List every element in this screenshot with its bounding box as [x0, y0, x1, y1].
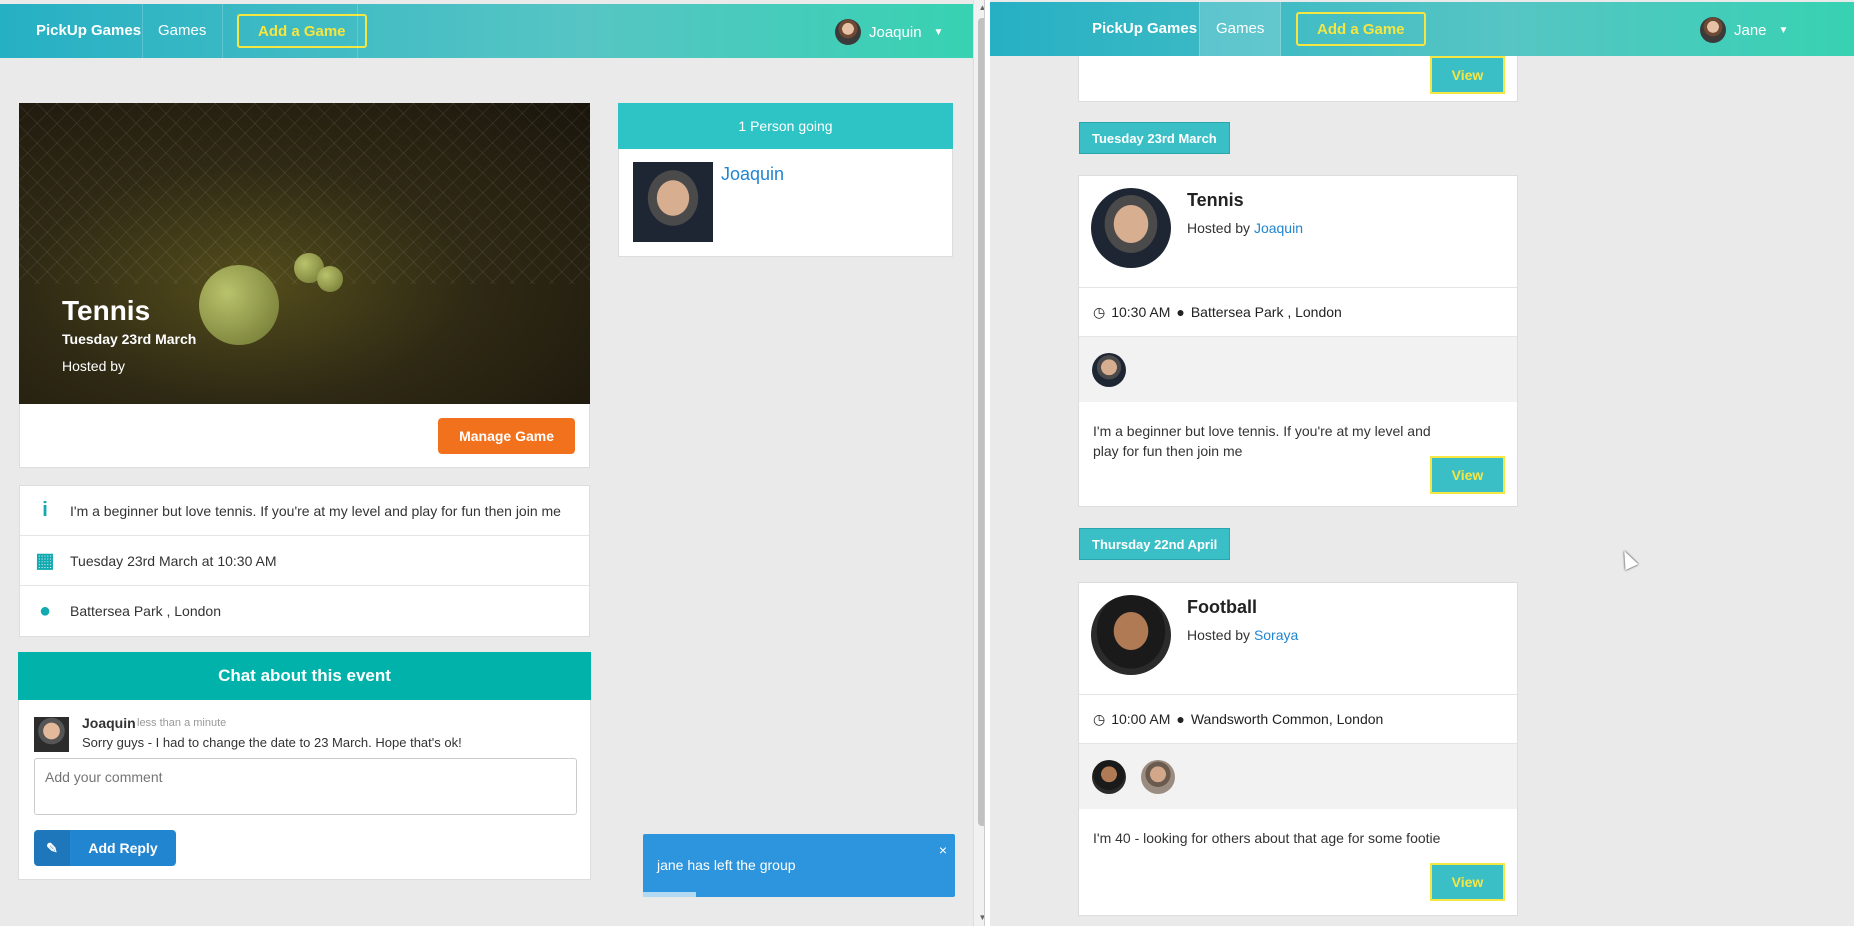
event-description-row: i I'm a beginner but love tennis. If you…	[20, 486, 589, 536]
tennis-ball-graphic	[317, 266, 343, 292]
manage-game-button[interactable]: Manage Game	[438, 418, 575, 454]
attendee-avatars	[1079, 336, 1517, 402]
attendee-photo[interactable]	[633, 162, 713, 242]
add-reply-button[interactable]: ✎ Add Reply	[34, 830, 176, 866]
tennis-ball-graphic	[199, 265, 279, 345]
close-icon[interactable]: ×	[939, 842, 947, 858]
brand-link[interactable]: PickUp Games	[18, 4, 159, 58]
event-datetime: Tuesday 23rd March at 10:30 AM	[70, 552, 277, 569]
event-venue-row: ● Battersea Park , London	[20, 586, 589, 636]
comment-input[interactable]	[34, 758, 577, 815]
event-venue: Battersea Park , London	[1190, 304, 1342, 320]
user-avatar	[1700, 17, 1726, 43]
chat-panel: Joaquin less than a minute Sorry guys - …	[18, 700, 591, 880]
event-title: Football	[1187, 597, 1257, 617]
map-pin-icon: ●	[1176, 711, 1185, 727]
brand-link[interactable]: PickUp Games	[1074, 2, 1215, 56]
map-pin-icon: ●	[1176, 304, 1185, 320]
event-card: Football Hosted by Soraya ◷ 10:00 AM ● W…	[1078, 582, 1518, 916]
info-icon: i	[42, 499, 48, 521]
event-actions: Manage Game	[19, 404, 590, 468]
event-hero-image: Tennis Tuesday 23rd March Hosted by	[19, 103, 590, 404]
attendee-avatars	[1079, 743, 1517, 809]
nav-games-link[interactable]: Games	[142, 4, 224, 58]
event-info-box: i I'm a beginner but love tennis. If you…	[19, 485, 590, 637]
event-title: Tennis	[62, 295, 151, 326]
right-browser-pane: PickUp Games Games Add a Game Jane ▼ Vie…	[990, 0, 1854, 926]
event-venue: Battersea Park , London	[70, 603, 221, 619]
event-time: 10:30 AM	[1111, 304, 1171, 320]
event-meta: ◷ 10:00 AM ● Wandsworth Common, London	[1079, 694, 1517, 743]
event-meta: ◷ 10:30 AM ● Battersea Park , London	[1079, 287, 1517, 336]
comment-author[interactable]: Joaquin	[82, 715, 136, 731]
comment-text: Sorry guys - I had to change the date to…	[82, 735, 462, 750]
add-game-button[interactable]: Add a Game	[1296, 12, 1426, 46]
user-name: Joaquin	[869, 23, 922, 41]
left-browser-pane: PickUp Games Games Add a Game Joaquin ▼ …	[0, 0, 973, 926]
event-venue: Wandsworth Common, London	[1190, 711, 1384, 727]
event-date: Tuesday 23rd March	[62, 331, 197, 347]
nav-games-link[interactable]: Games	[1199, 2, 1282, 56]
view-button[interactable]: View	[1430, 456, 1505, 494]
event-card: Tennis Hosted by Joaquin ◷ 10:30 AM ● Ba…	[1078, 175, 1518, 507]
toast-message: jane has left the group	[657, 857, 796, 873]
nav-divider	[357, 4, 358, 58]
view-button[interactable]: View	[1430, 863, 1505, 901]
event-host: Hosted by Joaquin	[1187, 220, 1303, 236]
host-link[interactable]: Soraya	[1254, 627, 1298, 643]
view-button[interactable]: View	[1430, 56, 1505, 94]
attendees-list: Joaquin	[618, 149, 953, 257]
event-description: I'm 40 - looking for others about that a…	[1093, 830, 1441, 846]
date-group-label: Thursday 22nd April	[1079, 528, 1231, 560]
top-navbar: PickUp Games Games Add a Game Jane ▼	[990, 2, 1854, 56]
event-host: Hosted by Soraya	[1187, 627, 1298, 643]
event-title: Tennis	[1187, 190, 1244, 210]
add-game-button[interactable]: Add a Game	[237, 14, 367, 48]
user-avatar	[835, 19, 861, 45]
calendar-icon: ▦	[35, 550, 55, 572]
caret-down-icon: ▼	[1778, 24, 1789, 36]
host-link[interactable]: Joaquin	[1254, 220, 1303, 236]
attendees-header: 1 Person going	[618, 103, 953, 149]
clock-icon: ◷	[1093, 710, 1106, 727]
toast-progress-bar	[643, 892, 697, 897]
hosted-by-label: Hosted by	[1187, 220, 1251, 236]
comment-avatar	[34, 717, 69, 752]
chat-header: Chat about this event	[18, 652, 591, 700]
notification-toast: jane has left the group ×	[643, 834, 955, 897]
top-navbar: PickUp Games Games Add a Game Joaquin ▼	[0, 4, 973, 58]
comment-time: less than a minute	[137, 717, 227, 729]
user-name: Jane	[1734, 21, 1767, 39]
event-description: I'm a beginner but love tennis. If you'r…	[70, 502, 561, 519]
hosted-by-label: Hosted by	[1187, 627, 1251, 643]
date-group-label: Tuesday 23rd March	[1079, 122, 1230, 154]
attendee-avatar[interactable]	[1092, 759, 1126, 794]
user-menu[interactable]: Joaquin ▼	[835, 18, 943, 46]
add-reply-label: Add Reply	[88, 840, 158, 856]
user-menu[interactable]: Jane ▼	[1700, 16, 1788, 44]
attendee-name-link[interactable]: Joaquin	[721, 164, 784, 185]
map-pin-icon: ●	[38, 599, 52, 622]
event-host: Hosted by	[62, 358, 126, 374]
host-photo	[1091, 188, 1171, 268]
host-photo	[1091, 595, 1171, 675]
event-description: I'm a beginner but love tennis. If you'r…	[1093, 423, 1431, 459]
event-date-row: ▦ Tuesday 23rd March at 10:30 AM	[20, 536, 589, 586]
edit-icon: ✎	[34, 830, 70, 866]
caret-down-icon: ▼	[933, 26, 944, 38]
event-card-partial: View	[1078, 56, 1518, 102]
clock-icon: ◷	[1093, 303, 1106, 320]
attendee-avatar[interactable]	[1092, 352, 1126, 387]
event-time: 10:00 AM	[1111, 711, 1171, 727]
attendee-avatar[interactable]	[1141, 759, 1175, 794]
